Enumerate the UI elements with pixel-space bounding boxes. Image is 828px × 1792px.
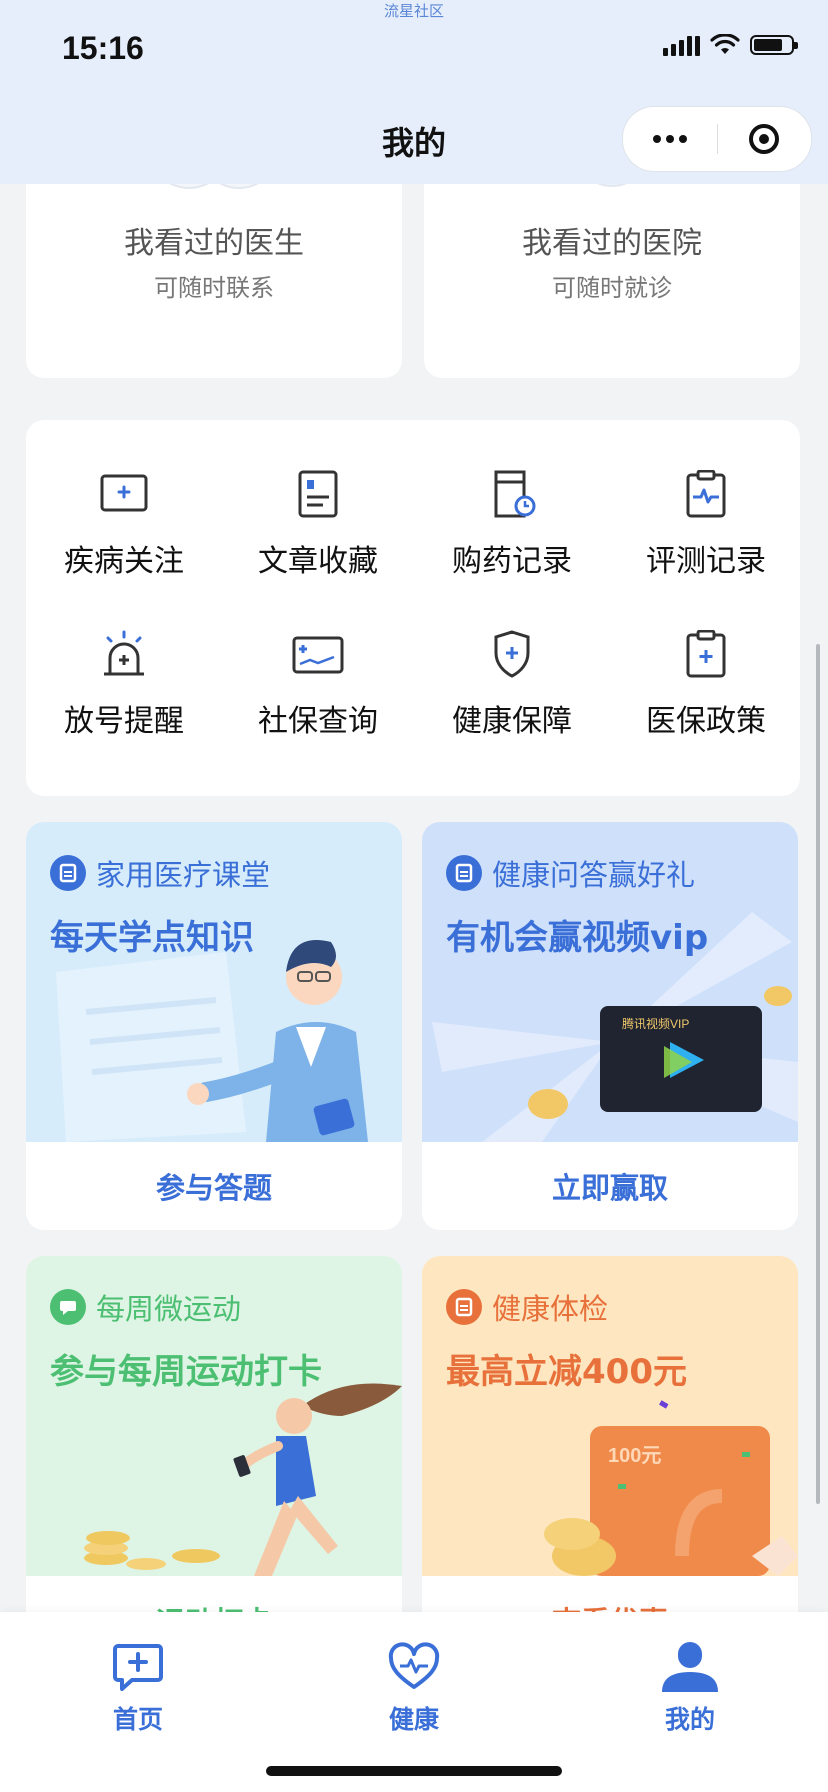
- promo-tag: 健康体检: [446, 1286, 608, 1328]
- history-title: 我看过的医院: [522, 226, 702, 261]
- service-label: 社保查询: [258, 704, 378, 739]
- answer-question-button[interactable]: 参与答题: [26, 1142, 402, 1230]
- promo-slogan: 最高立减400元: [446, 1352, 687, 1392]
- scrollbar[interactable]: [816, 644, 820, 1504]
- social-security-icon: [292, 636, 344, 674]
- service-article-favorite[interactable]: 文章收藏: [228, 470, 408, 580]
- disease-follow-icon: [100, 474, 148, 512]
- mini-program-label: 流星社区: [383, 2, 444, 20]
- tab-label: 健康: [388, 1705, 439, 1734]
- history-subtitle: 可随时就诊: [552, 274, 672, 302]
- promo-slogan: 有机会赢视频vip: [446, 918, 709, 958]
- service-label: 健康保障: [452, 704, 572, 739]
- service-health-protection[interactable]: 健康保障: [422, 630, 602, 740]
- close-miniapp-button[interactable]: [718, 107, 812, 171]
- promo-tag: 健康问答赢好礼: [446, 852, 695, 894]
- purchase-record-icon: [494, 470, 536, 518]
- vip-card-text: 腾讯视频VIP: [622, 1016, 689, 1031]
- viewed-hospitals-card[interactable]: 我看过的医院 可随时就诊: [424, 184, 800, 378]
- view-discount-button[interactable]: 查看优惠: [422, 1576, 798, 1614]
- shield-plus-icon: [494, 630, 530, 678]
- user-icon: [662, 1642, 718, 1692]
- tab-health[interactable]: 健康: [334, 1642, 494, 1736]
- history-title: 我看过的医生: [124, 226, 304, 261]
- clipboard-pulse-icon: [686, 470, 726, 518]
- heart-pulse-icon: [388, 1642, 440, 1689]
- service-label: 文章收藏: [258, 544, 378, 579]
- hospital-icon: [597, 184, 627, 187]
- target-icon: [749, 124, 780, 154]
- tab-mine[interactable]: 我的: [610, 1642, 770, 1736]
- signal-icon: [663, 34, 700, 56]
- service-label: 医保政策: [646, 704, 766, 739]
- home-indicator: [266, 1766, 562, 1776]
- service-label: 疾病关注: [64, 544, 184, 579]
- gift-icon: [446, 855, 482, 891]
- tab-bar: 首页 健康 我的: [0, 1612, 828, 1792]
- doctor-avatars-icon: [169, 184, 259, 189]
- promo-qa-prize[interactable]: 腾讯视频VIP 健康问答赢好礼 有机会赢视频vip 立即赢取: [422, 822, 798, 1230]
- win-now-button[interactable]: 立即赢取: [422, 1142, 798, 1230]
- promo-slogan: 每天学点知识: [50, 918, 254, 958]
- service-label: 评测记录: [646, 544, 766, 579]
- services-card: 疾病关注 文章收藏 购药记录 评测记录 放号提醒 社保查询 健康保障 医保政策: [26, 420, 800, 796]
- clipboard-plus-icon: [686, 630, 726, 678]
- top-bar: 流星社区 15:16 我的: [0, 0, 828, 184]
- scroll-content: 我看过的医生 可随时联系 我看过的医院 可随时就诊 疾病关注 文章收藏 购药记录…: [0, 184, 828, 1614]
- history-subtitle: 可随时联系: [154, 274, 274, 302]
- more-button[interactable]: [623, 107, 717, 171]
- promo-health-checkup[interactable]: 100元 健康体检 最高立减400元 查看优惠: [422, 1256, 798, 1614]
- service-slot-reminder[interactable]: 放号提醒: [34, 630, 214, 740]
- service-disease-follow[interactable]: 疾病关注: [34, 470, 214, 580]
- promo-tag: 家用医疗课堂: [50, 852, 270, 894]
- service-assessment-record[interactable]: 评测记录: [616, 470, 796, 580]
- tab-home[interactable]: 首页: [58, 1642, 218, 1736]
- service-label: 放号提醒: [64, 704, 184, 739]
- service-label: 购药记录: [452, 544, 572, 579]
- coupon-text: 100元: [608, 1445, 661, 1467]
- status-time: 15:16: [62, 30, 144, 66]
- service-social-security[interactable]: 社保查询: [228, 630, 408, 740]
- alarm-light-icon: [104, 630, 144, 676]
- battery-icon: [750, 35, 798, 55]
- promo-medical-class[interactable]: 家用医疗课堂 每天学点知识 参与答题: [26, 822, 402, 1230]
- tab-label: 我的: [664, 1705, 715, 1734]
- checkup-icon: [446, 1289, 482, 1325]
- chat-bubble-icon: [50, 1289, 86, 1325]
- viewed-doctors-card[interactable]: 我看过的医生 可随时联系: [26, 184, 402, 378]
- service-insurance-policy[interactable]: 医保政策: [616, 630, 796, 740]
- wifi-icon: [710, 34, 740, 54]
- promo-tag: 每周微运动: [50, 1286, 241, 1328]
- exercise-checkin-button[interactable]: 运动打卡: [26, 1576, 402, 1614]
- article-icon: [298, 470, 338, 518]
- service-purchase-record[interactable]: 购药记录: [422, 470, 602, 580]
- promo-slogan: 参与每周运动打卡: [50, 1352, 322, 1392]
- chat-plus-icon: [113, 1644, 163, 1691]
- class-icon: [50, 855, 86, 891]
- more-dots-icon: [652, 135, 687, 143]
- capsule-menu: [622, 106, 812, 172]
- tab-label: 首页: [112, 1705, 163, 1734]
- promo-weekly-exercise[interactable]: 每周微运动 参与每周运动打卡 运动打卡: [26, 1256, 402, 1614]
- status-icons: [663, 34, 798, 56]
